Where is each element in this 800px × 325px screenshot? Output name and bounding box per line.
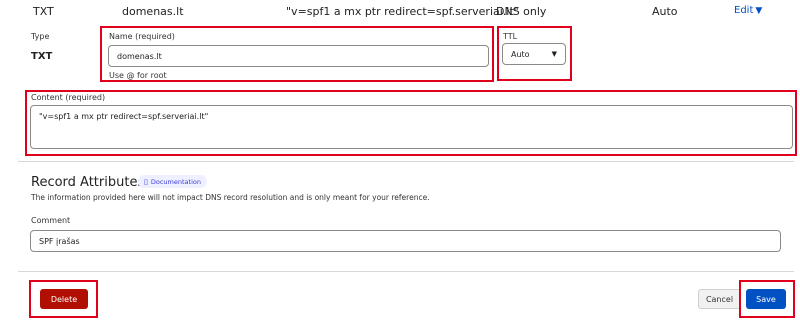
cancel-label: Cancel — [705, 294, 734, 304]
divider — [18, 271, 794, 272]
edit-label: Edit — [734, 5, 754, 16]
highlight-ttl — [497, 26, 572, 81]
record-ttl: Auto — [652, 5, 678, 18]
highlight-content — [25, 90, 797, 156]
record-type: TXT — [33, 5, 54, 18]
highlight-save — [739, 280, 795, 318]
record-content: "v=spf1 a mx ptr redirect=spf.serveriai.… — [286, 5, 519, 18]
attributes-description: The information provided here will not i… — [31, 193, 430, 202]
type-label: Type — [31, 32, 50, 41]
attributes-title: Record Attributes — [31, 175, 145, 190]
edit-toggle-button[interactable]: Edit ▼ — [734, 5, 762, 16]
comment-label: Comment — [31, 216, 71, 225]
book-icon: ▯ — [144, 177, 148, 186]
caret-down-icon: ▼ — [755, 5, 763, 16]
divider — [18, 161, 794, 162]
highlight-delete — [29, 280, 98, 318]
record-proxy-status: DNS only — [496, 5, 547, 18]
documentation-label: Documentation — [150, 177, 201, 186]
highlight-name — [100, 26, 494, 82]
comment-input-value: SPF įrašas — [39, 236, 80, 246]
record-name: domenas.lt — [122, 5, 184, 18]
comment-input[interactable]: SPF įrašas — [30, 230, 781, 252]
cancel-button[interactable]: Cancel — [698, 289, 741, 309]
documentation-link[interactable]: ▯ Documentation — [138, 175, 207, 188]
type-value: TXT — [31, 51, 53, 62]
